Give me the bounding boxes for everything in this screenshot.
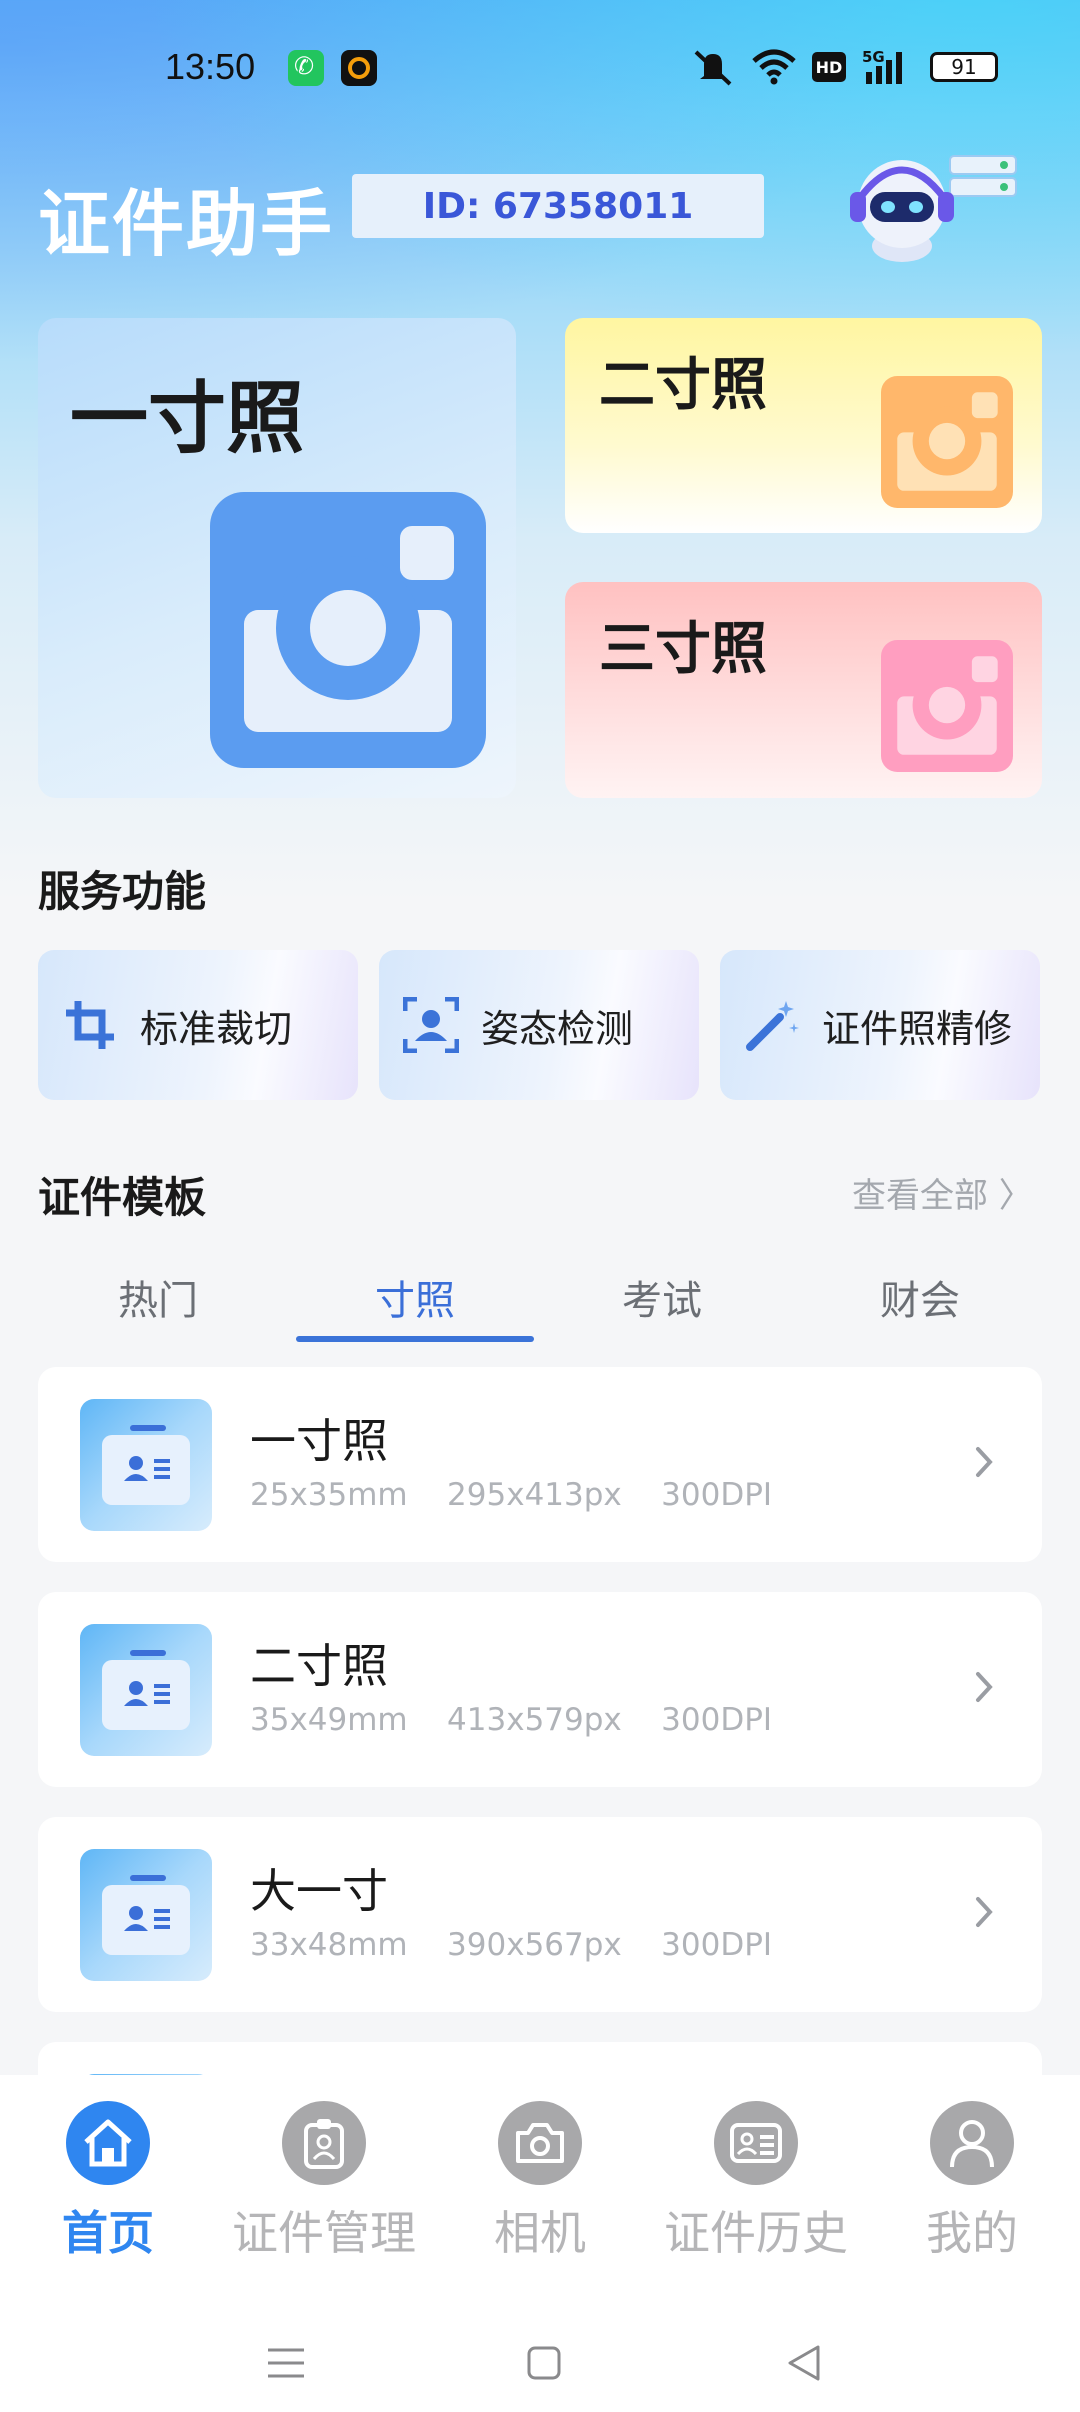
battery-indicator: 91: [930, 52, 998, 82]
nav-id-management[interactable]: 证件管理: [216, 2101, 432, 2263]
svg-text:5G: 5G: [862, 48, 885, 66]
chevron-right-icon: [972, 1666, 998, 1708]
nav-label: 证件管理: [232, 2206, 416, 2260]
chevron-right-icon: [972, 1891, 998, 1933]
hd-voice-badge: HD: [812, 52, 846, 82]
id-badge-icon: [282, 2101, 366, 2185]
template-specs: 35x49mm 413x579px 300DPI: [250, 1702, 773, 1738]
id-card-history-icon: [714, 2101, 798, 2185]
template-name: 二寸照: [250, 1639, 388, 1693]
system-menu-icon[interactable]: [256, 2333, 316, 2393]
camera-icon: [210, 492, 486, 768]
tab-popular[interactable]: 热门: [38, 1268, 278, 1326]
id-card-thumbnail-icon: [80, 1849, 212, 1981]
nav-label: 相机: [494, 2206, 586, 2260]
service-label: 姿态检测: [481, 1006, 634, 1051]
wifi-icon: [752, 48, 796, 86]
templates-heading: 证件模板: [38, 1173, 207, 1222]
active-tab-indicator: [296, 1336, 534, 1342]
standard-crop-button[interactable]: 标准裁切: [38, 950, 358, 1100]
status-bar: 13:50 HD 5G 91: [0, 0, 1080, 140]
app-title: 证件助手: [38, 182, 335, 266]
bottom-navigation: 首页 证件管理 相机 证件历史 我的: [0, 2075, 1080, 2412]
photo-card-one-inch[interactable]: 一寸照: [38, 318, 516, 798]
template-specs: 33x48mm 390x567px 300DPI: [250, 1927, 773, 1963]
user-id-badge[interactable]: ID: 67358011: [352, 174, 764, 238]
status-time: 13:50: [165, 46, 256, 87]
service-label: 证件照精修: [822, 1006, 1013, 1051]
camera-icon: [881, 640, 1013, 772]
system-back-icon[interactable]: [774, 2333, 834, 2393]
robot-mascot-icon[interactable]: [842, 142, 1022, 272]
card-title: 二寸照: [599, 353, 767, 418]
recorder-notification-icon: [341, 50, 377, 86]
nav-camera[interactable]: 相机: [432, 2101, 648, 2263]
card-title: 一寸照: [70, 374, 305, 464]
phone-notification-icon: [288, 50, 324, 86]
camera-icon: [881, 376, 1013, 508]
photo-card-two-inch[interactable]: 二寸照: [565, 318, 1042, 533]
chevron-right-icon: [972, 1441, 998, 1483]
pose-detection-button[interactable]: 姿态检测: [379, 950, 699, 1100]
template-name: 一寸照: [250, 1414, 388, 1468]
id-card-thumbnail-icon: [80, 1399, 212, 1531]
tab-accounting[interactable]: 财会: [800, 1268, 1040, 1326]
tab-exam[interactable]: 考试: [542, 1268, 782, 1326]
template-list-item[interactable]: 二寸照 35x49mm 413x579px 300DPI: [38, 1592, 1042, 1787]
template-specs: 25x35mm 295x413px 300DPI: [250, 1477, 773, 1513]
magic-wand-icon: [744, 997, 800, 1053]
battery-level: 91: [951, 55, 977, 79]
card-title: 三寸照: [599, 617, 767, 682]
nav-label: 我的: [926, 2206, 1018, 2260]
signal-icon: 5G: [862, 48, 914, 86]
services-heading: 服务功能: [38, 867, 207, 916]
photo-card-three-inch[interactable]: 三寸照: [565, 582, 1042, 798]
mute-icon: [690, 48, 736, 86]
crop-icon: [62, 997, 118, 1053]
template-name: 大一寸: [250, 1864, 388, 1918]
nav-profile[interactable]: 我的: [864, 2101, 1080, 2263]
photo-retouch-button[interactable]: 证件照精修: [720, 950, 1040, 1100]
tab-inch-photo[interactable]: 寸照: [295, 1268, 535, 1326]
user-icon: [930, 2101, 1014, 2185]
face-scan-icon: [403, 997, 459, 1053]
nav-home[interactable]: 首页: [0, 2101, 216, 2263]
service-label: 标准裁切: [140, 1006, 293, 1051]
see-all-link[interactable]: 查看全部 〉: [852, 1168, 1033, 1217]
nav-id-history[interactable]: 证件历史: [648, 2101, 864, 2263]
id-card-thumbnail-icon: [80, 1624, 212, 1756]
nav-label: 首页: [62, 2206, 154, 2260]
nav-label: 证件历史: [664, 2206, 848, 2260]
status-icons: HD 5G 91: [690, 48, 998, 86]
template-list-item[interactable]: 一寸照 25x35mm 295x413px 300DPI: [38, 1367, 1042, 1562]
system-home-icon[interactable]: [514, 2333, 574, 2393]
camera-icon: [498, 2101, 582, 2185]
template-list-item[interactable]: 大一寸 33x48mm 390x567px 300DPI: [38, 1817, 1042, 2012]
home-icon: [66, 2101, 150, 2185]
